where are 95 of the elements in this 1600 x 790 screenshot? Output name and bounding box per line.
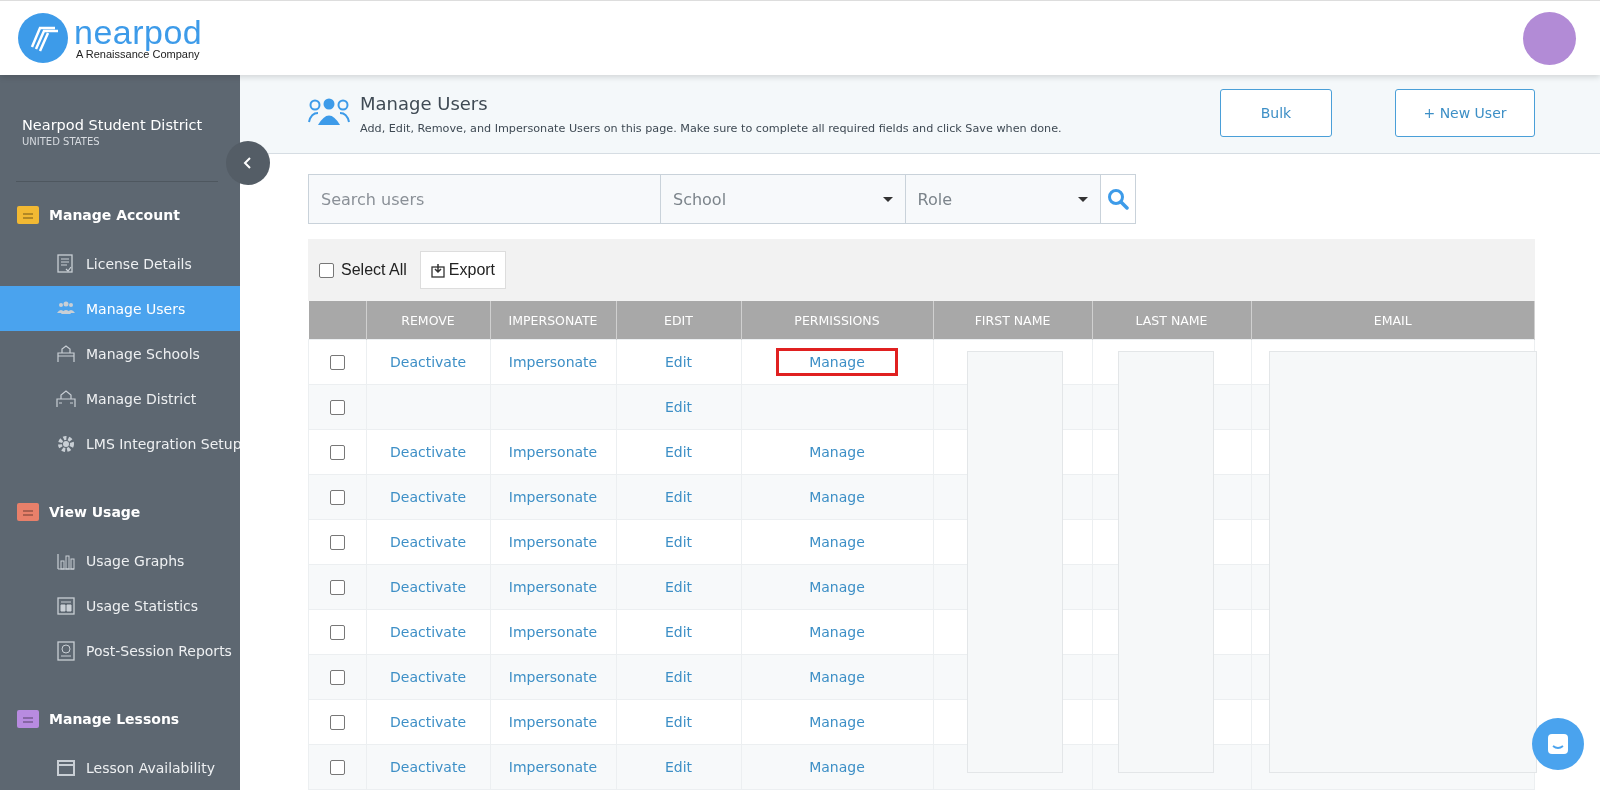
select-all-label: Select All xyxy=(341,261,407,279)
sidebar-item[interactable]: LMS Integration Setup xyxy=(0,421,240,466)
chat-icon xyxy=(1547,733,1569,755)
chevron-left-icon xyxy=(243,157,253,169)
download-icon xyxy=(430,262,445,278)
school-icon xyxy=(56,343,76,364)
section-title: View Usage xyxy=(49,504,141,520)
table-link[interactable]: Deactivate xyxy=(390,624,466,640)
table-link[interactable]: Edit xyxy=(664,624,693,640)
table-link[interactable]: Impersonate xyxy=(508,534,598,550)
table-link[interactable]: Manage xyxy=(776,438,898,466)
checkbox[interactable] xyxy=(319,262,334,278)
checkbox[interactable] xyxy=(329,535,345,551)
checkbox[interactable] xyxy=(329,400,345,416)
table-link[interactable]: Impersonate xyxy=(508,759,598,775)
checkbox[interactable] xyxy=(329,670,345,686)
table-link[interactable]: Deactivate xyxy=(390,354,466,370)
table-link[interactable]: Manage xyxy=(776,483,898,511)
report-icon xyxy=(56,640,76,661)
table-link[interactable]: Impersonate xyxy=(508,669,598,685)
outline-button[interactable]: + New User xyxy=(1395,89,1535,137)
caret-icon xyxy=(882,196,893,202)
column-header xyxy=(308,301,366,340)
column-header: EDIT xyxy=(616,301,741,340)
dropdown[interactable]: School xyxy=(661,175,906,223)
table-link[interactable]: Impersonate xyxy=(508,489,598,505)
table-link[interactable]: Deactivate xyxy=(390,669,466,685)
dropdown[interactable]: Role xyxy=(905,175,1101,223)
organization-name: Nearpod Student District xyxy=(22,117,204,133)
checkbox[interactable] xyxy=(329,355,345,371)
page-title: Manage Users xyxy=(360,93,489,114)
sidebar-item[interactable]: Manage Users xyxy=(0,286,240,331)
table-link[interactable]: Edit xyxy=(664,489,693,505)
table-link[interactable]: Manage xyxy=(776,708,898,736)
table-link[interactable]: Deactivate xyxy=(390,534,466,550)
buildings-icon xyxy=(56,388,76,409)
table-link[interactable]: Deactivate xyxy=(390,759,466,775)
sidebar-item[interactable]: Post-Session Reports xyxy=(0,628,240,673)
table-link[interactable]: Manage xyxy=(776,663,898,691)
table-link[interactable]: Edit xyxy=(664,444,693,460)
table-link[interactable]: Edit xyxy=(664,669,693,685)
checkbox[interactable] xyxy=(329,625,345,641)
checkbox[interactable] xyxy=(329,445,345,461)
organization-country: UNITED STATES xyxy=(22,136,101,147)
table-link[interactable]: Impersonate xyxy=(508,354,598,370)
table-link[interactable]: Deactivate xyxy=(390,444,466,460)
table-link[interactable]: Impersonate xyxy=(508,444,598,460)
document-icon xyxy=(56,253,76,274)
search-icon xyxy=(1107,188,1129,210)
sidebar-item[interactable]: Manage Schools xyxy=(0,331,240,376)
page-subtitle: Add, Edit, Remove, and Impersonate Users on this page. Make sure to complete all required fields and click Save when done. xyxy=(360,122,1063,135)
outline-button[interactable]: Bulk xyxy=(1220,89,1332,137)
column-header: FIRST NAME xyxy=(933,301,1092,340)
section-title: Manage Lessons xyxy=(49,711,180,727)
sidebar-item[interactable]: Usage Graphs xyxy=(0,538,240,583)
users-icon xyxy=(308,98,350,126)
table-link[interactable]: Deactivate xyxy=(390,579,466,595)
column-header: IMPERSONATE xyxy=(490,301,616,340)
table-link[interactable]: Manage xyxy=(776,618,898,646)
checkbox[interactable] xyxy=(329,490,345,506)
table-link[interactable]: Manage xyxy=(776,753,898,781)
table-link[interactable]: Impersonate xyxy=(508,579,598,595)
checkbox[interactable] xyxy=(329,715,345,731)
table-icon xyxy=(56,595,76,616)
table-link[interactable]: Deactivate xyxy=(390,489,466,505)
window-icon xyxy=(56,757,76,778)
section-title: Manage Account xyxy=(49,207,180,223)
logo-icon xyxy=(18,13,68,63)
table-link[interactable]: Deactivate xyxy=(390,714,466,730)
search-field[interactable]: Search users xyxy=(309,175,661,223)
sidebar-item[interactable]: Lesson Availability xyxy=(0,745,240,790)
table-link[interactable]: Manage xyxy=(776,573,898,601)
table-link[interactable]: Edit xyxy=(664,759,693,775)
table-link[interactable]: Manage xyxy=(776,528,898,556)
table-link[interactable]: Impersonate xyxy=(508,714,598,730)
table-link[interactable]: Edit xyxy=(664,534,693,550)
sidebar-item[interactable]: License Details xyxy=(0,241,240,286)
table-link[interactable]: Edit xyxy=(664,354,693,370)
table-link[interactable]: Impersonate xyxy=(508,624,598,640)
checkbox[interactable] xyxy=(329,760,345,776)
caret-icon xyxy=(1078,196,1088,202)
table-link[interactable]: Edit xyxy=(664,714,693,730)
column-header: PERMISSIONS xyxy=(741,301,933,340)
column-header: LAST NAME xyxy=(1092,301,1251,340)
sidebar-item[interactable]: Usage Statistics xyxy=(0,583,240,628)
chat-button[interactable] xyxy=(1532,718,1584,770)
table-link[interactable]: Edit xyxy=(664,579,693,595)
checkbox[interactable] xyxy=(329,580,345,596)
table-link[interactable]: Edit xyxy=(664,399,693,415)
column-header: REMOVE xyxy=(366,301,490,340)
avatar[interactable] xyxy=(1523,11,1576,65)
column-header: EMAIL xyxy=(1251,301,1535,340)
export-button[interactable]: Export xyxy=(419,251,507,289)
table-link[interactable]: Manage xyxy=(776,348,898,376)
sidebar-item[interactable]: Manage District xyxy=(0,376,240,421)
